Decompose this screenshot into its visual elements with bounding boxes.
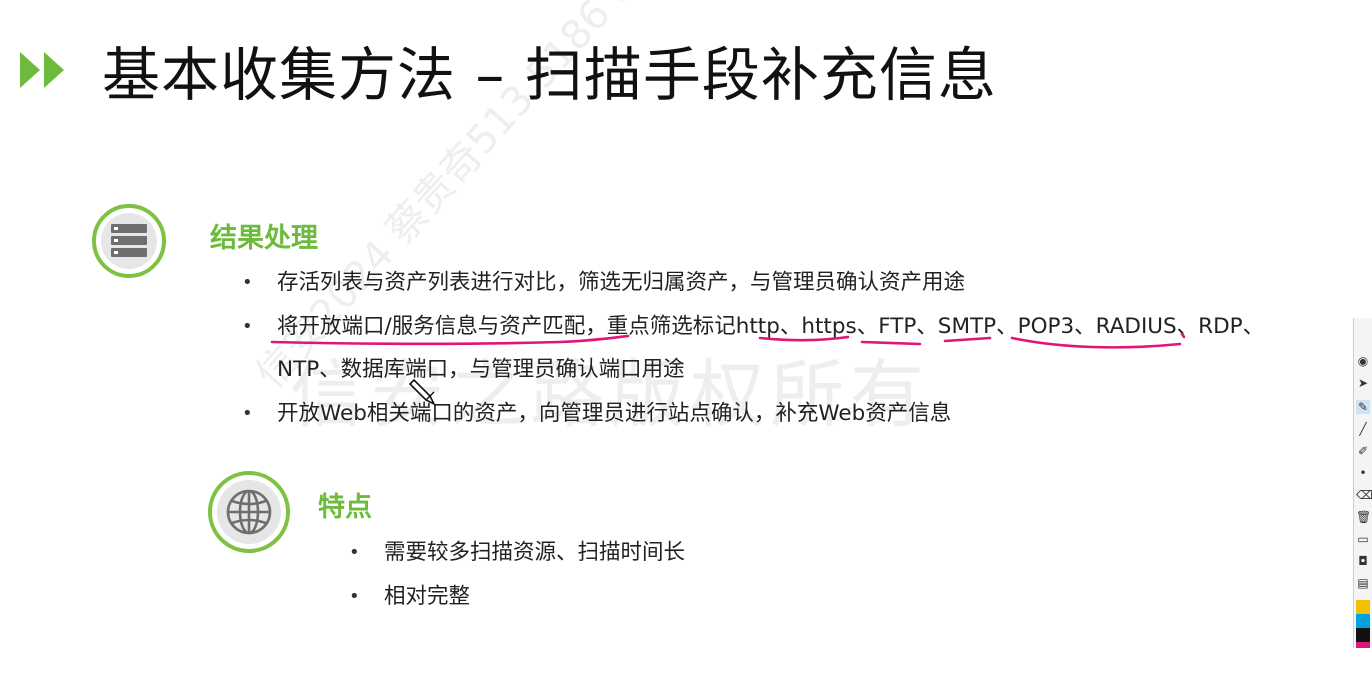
globe-icon (208, 471, 290, 553)
bullet-text: 相对完整 (384, 583, 471, 609)
eraser-icon[interactable]: ⌫ (1356, 488, 1372, 502)
list-item: • 开放Web相关端口的资产，向管理员进行站点确认，补充Web资产信息 (242, 400, 952, 426)
bullet-text: 将开放端口/服务信息与资产匹配，重点筛选标记http、https、FTP、SMT… (277, 313, 1265, 339)
slide-title: 基本收集方法 – 扫描手段补充信息 (102, 41, 997, 109)
color-swatch-pink[interactable] (1356, 642, 1370, 648)
features-bullet-list: • 需要较多扫描资源、扫描时间长 • 相对完整 (349, 531, 686, 618)
results-heading: 结果处理 (210, 223, 318, 254)
document-icon[interactable]: ▤ (1356, 576, 1370, 590)
bullet-text: 开放Web相关端口的资产，向管理员进行站点确认，补充Web资产信息 (277, 400, 952, 426)
line-icon[interactable]: ╱ (1356, 422, 1370, 436)
double-chevron-right-icon (20, 52, 64, 88)
pen-icon[interactable]: ✎ (1356, 400, 1370, 414)
color-swatch-black[interactable] (1356, 628, 1370, 642)
pointer-icon[interactable]: ➤ (1356, 376, 1370, 390)
slide-title-row: 基本收集方法 – 扫描手段补充信息 (20, 30, 997, 110)
results-bullet-list: • 存活列表与资产列表进行对比，筛选无归属资产，与管理员确认资产用途 • 将开放端口… (242, 261, 1265, 435)
bullet-text: 需要较多扫描资源、扫描时间长 (384, 540, 686, 565)
eye-icon[interactable]: ◉ (1356, 354, 1370, 368)
list-item-continuation: NTP、数据库端口，与管理员确认端口用途 (277, 348, 1264, 392)
trash-icon[interactable]: 🗑 (1356, 510, 1371, 524)
color-swatch-blue[interactable] (1356, 614, 1370, 628)
annotation-toolbar: ◉ ➤ ✎ ╱ ✐ • ⌫ 🗑 ▭ ◘ ▤ (1353, 318, 1372, 648)
highlighter-icon[interactable]: ✐ (1356, 444, 1370, 458)
dot-icon[interactable]: • (1356, 466, 1370, 480)
color-swatch-yellow[interactable] (1356, 600, 1370, 614)
bullet-text: NTP、数据库端口，与管理员确认端口用途 (277, 357, 685, 382)
list-item: • 需要较多扫描资源、扫描时间长 (349, 540, 686, 565)
bullet-text: 存活列表与资产列表进行对比，筛选无归属资产，与管理员确认资产用途 (277, 270, 966, 295)
list-item: • 将开放端口/服务信息与资产匹配，重点筛选标记http、https、FTP、SM… (242, 313, 1265, 339)
camera-icon[interactable]: ◘ (1356, 554, 1370, 568)
server-icon (92, 204, 166, 278)
list-item: • 存活列表与资产列表进行对比，筛选无归属资产，与管理员确认资产用途 (242, 270, 966, 295)
monitor-icon[interactable]: ▭ (1356, 532, 1370, 546)
list-item: • 相对完整 (349, 583, 471, 609)
features-heading: 特点 (318, 492, 372, 523)
